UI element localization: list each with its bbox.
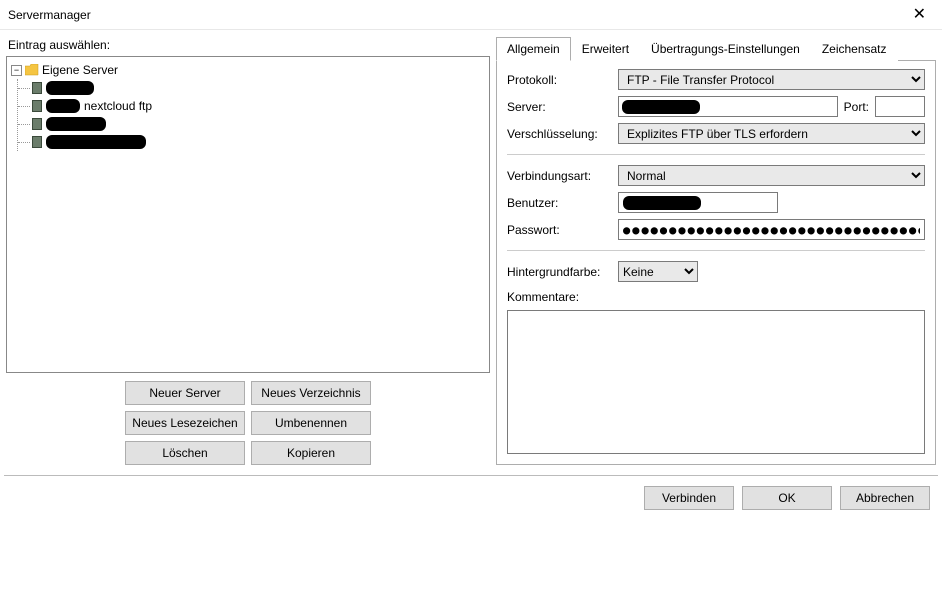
protocol-row: Protokoll: FTP - File Transfer Protocol [507, 69, 925, 90]
new-server-button[interactable]: Neuer Server [125, 381, 245, 405]
delete-button[interactable]: Löschen [125, 441, 245, 465]
tree-collapse-icon[interactable]: − [11, 65, 22, 76]
encryption-select[interactable]: Explizites FTP über TLS erfordern [618, 123, 925, 144]
password-label: Passwort: [507, 223, 612, 237]
bgcolor-label: Hintergrundfarbe: [507, 265, 612, 279]
tab-transfer[interactable]: Übertragungs-Einstellungen [640, 37, 811, 61]
bgcolor-row: Hintergrundfarbe: Keine [507, 261, 925, 282]
new-directory-button[interactable]: Neues Verzeichnis [251, 381, 371, 405]
servermanager-window: Servermanager ✕ Eintrag auswählen: − Eig… [0, 0, 942, 600]
bgcolor-select[interactable]: Keine [618, 261, 698, 282]
folder-icon [25, 64, 39, 76]
user-row: Benutzer: [507, 192, 925, 213]
tab-advanced[interactable]: Erweitert [571, 37, 640, 61]
ok-button[interactable]: OK [742, 486, 832, 510]
server-icon [32, 100, 42, 112]
redacted-label [46, 81, 94, 95]
connect-button[interactable]: Verbinden [644, 486, 734, 510]
user-label: Benutzer: [507, 196, 612, 210]
separator [507, 154, 925, 155]
server-label: Server: [507, 100, 612, 114]
left-panel: Eintrag auswählen: − Eigene Server [6, 36, 490, 465]
protocol-label: Protokoll: [507, 73, 612, 87]
redacted-label [46, 99, 80, 113]
password-row: Passwort: [507, 219, 925, 240]
rename-button[interactable]: Umbenennen [251, 411, 371, 435]
right-panel: Allgemein Erweitert Übertragungs-Einstel… [496, 36, 936, 465]
encryption-row: Verschlüsselung: Explizites FTP über TLS… [507, 123, 925, 144]
separator [507, 250, 925, 251]
tree-root-label: Eigene Server [42, 63, 118, 77]
tree-item[interactable] [32, 115, 485, 133]
redacted-user [623, 196, 701, 210]
titlebar: Servermanager ✕ [0, 0, 942, 30]
tree-item[interactable] [32, 79, 485, 97]
redacted-label [46, 135, 146, 149]
password-input[interactable] [618, 219, 925, 240]
tree-item-label: nextcloud ftp [84, 99, 152, 113]
server-row: Server: Port: [507, 96, 925, 117]
window-title: Servermanager [8, 8, 91, 22]
comments-label: Kommentare: [507, 290, 925, 304]
tree-buttons: Neuer Server Neues Verzeichnis Neues Les… [6, 373, 490, 465]
entry-select-label: Eintrag auswählen: [8, 38, 490, 52]
port-input[interactable] [875, 96, 925, 117]
conntype-label: Verbindungsart: [507, 169, 612, 183]
footer: Verbinden OK Abbrechen [0, 476, 942, 520]
conntype-row: Verbindungsart: Normal [507, 165, 925, 186]
copy-button[interactable]: Kopieren [251, 441, 371, 465]
tab-charset[interactable]: Zeichensatz [811, 37, 898, 61]
comments-textarea[interactable] [507, 310, 925, 454]
server-tree[interactable]: − Eigene Server nextcloud ftp [6, 56, 490, 373]
tree-item[interactable] [32, 133, 485, 151]
encryption-label: Verschlüsselung: [507, 127, 612, 141]
tabs: Allgemein Erweitert Übertragungs-Einstel… [496, 36, 936, 61]
tree-children: nextcloud ftp [17, 79, 485, 151]
tab-general[interactable]: Allgemein [496, 37, 571, 61]
server-icon [32, 136, 42, 148]
conntype-select[interactable]: Normal [618, 165, 925, 186]
redacted-server [622, 100, 700, 114]
port-label: Port: [844, 100, 869, 114]
redacted-label [46, 117, 106, 131]
server-icon [32, 118, 42, 130]
server-icon [32, 82, 42, 94]
cancel-button[interactable]: Abbrechen [840, 486, 930, 510]
tree-root[interactable]: − Eigene Server [11, 61, 485, 79]
close-icon[interactable]: ✕ [905, 5, 934, 25]
tab-panel-general: Protokoll: FTP - File Transfer Protocol … [496, 61, 936, 465]
protocol-select[interactable]: FTP - File Transfer Protocol [618, 69, 925, 90]
tree-item[interactable]: nextcloud ftp [32, 97, 485, 115]
new-bookmark-button[interactable]: Neues Lesezeichen [125, 411, 245, 435]
